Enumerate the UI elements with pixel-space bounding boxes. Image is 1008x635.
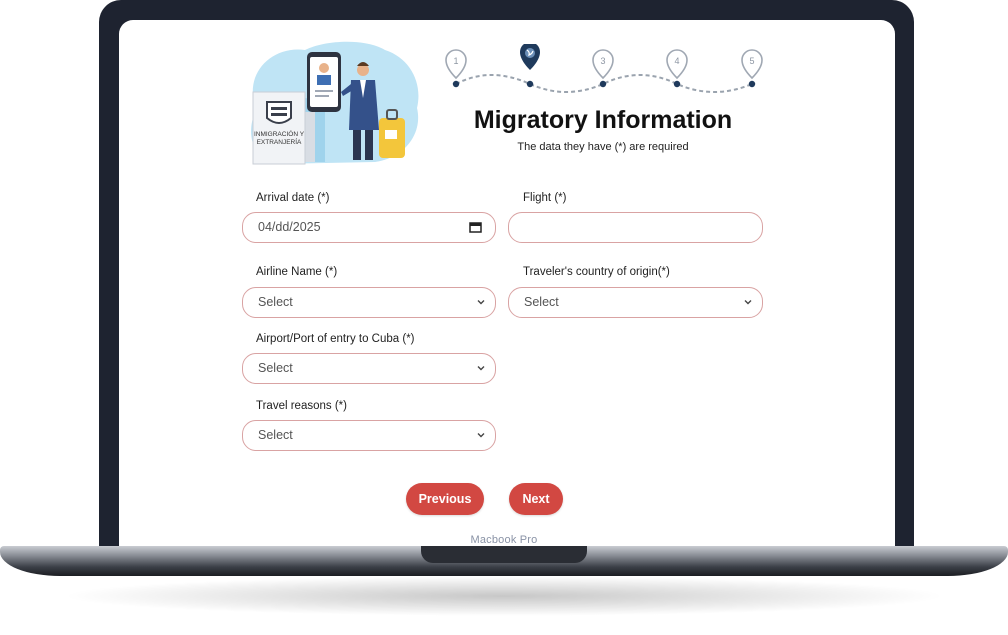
airline-label: Airline Name (*): [256, 266, 338, 278]
flight-label: Flight (*): [523, 192, 567, 204]
travel-reasons-value: Select: [258, 428, 293, 442]
step-number-1: 1: [453, 56, 458, 66]
globe-icon: [525, 48, 535, 58]
badge-text-line2: EXTRANJERÍA: [257, 137, 302, 146]
calendar-icon[interactable]: [469, 221, 482, 233]
arrival-date-value: 04/dd/2025: [258, 220, 321, 234]
laptop-notch: [421, 546, 587, 563]
next-button[interactable]: Next: [509, 483, 563, 515]
previous-button[interactable]: Previous: [406, 483, 484, 515]
origin-country-label: Traveler's country of origin(*): [523, 266, 670, 278]
origin-country-select[interactable]: Select: [508, 287, 763, 318]
step-pin-5[interactable]: 5: [741, 49, 763, 88]
page-title: Migratory Information: [473, 106, 733, 134]
arrival-date-label: Arrival date (*): [256, 192, 330, 204]
step-number-3: 3: [600, 56, 605, 66]
step-pin-2[interactable]: [520, 44, 540, 88]
airline-select[interactable]: Select: [242, 287, 496, 318]
travel-reasons-label: Travel reasons (*): [256, 400, 347, 412]
airport-value: Select: [258, 361, 293, 375]
origin-country-value: Select: [524, 295, 559, 309]
step-pin-4[interactable]: 4: [666, 49, 688, 88]
step-number-4: 4: [674, 56, 679, 66]
chevron-down-icon: [477, 300, 485, 305]
laptop-shadow: [60, 576, 948, 616]
immigration-illustration: INMIGRACIÓN Y EXTRANJERÍA: [251, 41, 419, 165]
chevron-down-icon: [477, 433, 485, 438]
airport-select[interactable]: Select: [242, 353, 496, 384]
step-pin-3[interactable]: 3: [592, 49, 614, 88]
step-number-5: 5: [749, 56, 754, 66]
chevron-down-icon: [744, 300, 752, 305]
page-subtitle: The data they have (*) are required: [517, 141, 689, 153]
chevron-down-icon: [477, 366, 485, 371]
airport-label: Airport/Port of entry to Cuba (*): [256, 333, 415, 345]
arrival-date-input[interactable]: 04/dd/2025: [242, 212, 496, 243]
progress-stepper: 1 3 4 5: [445, 44, 763, 93]
badge-text-line1: INMIGRACIÓN Y: [254, 129, 305, 138]
airline-value: Select: [258, 295, 293, 309]
flight-input[interactable]: [508, 212, 763, 243]
device-label: Macbook Pro: [470, 534, 538, 546]
travel-reasons-select[interactable]: Select: [242, 420, 496, 451]
